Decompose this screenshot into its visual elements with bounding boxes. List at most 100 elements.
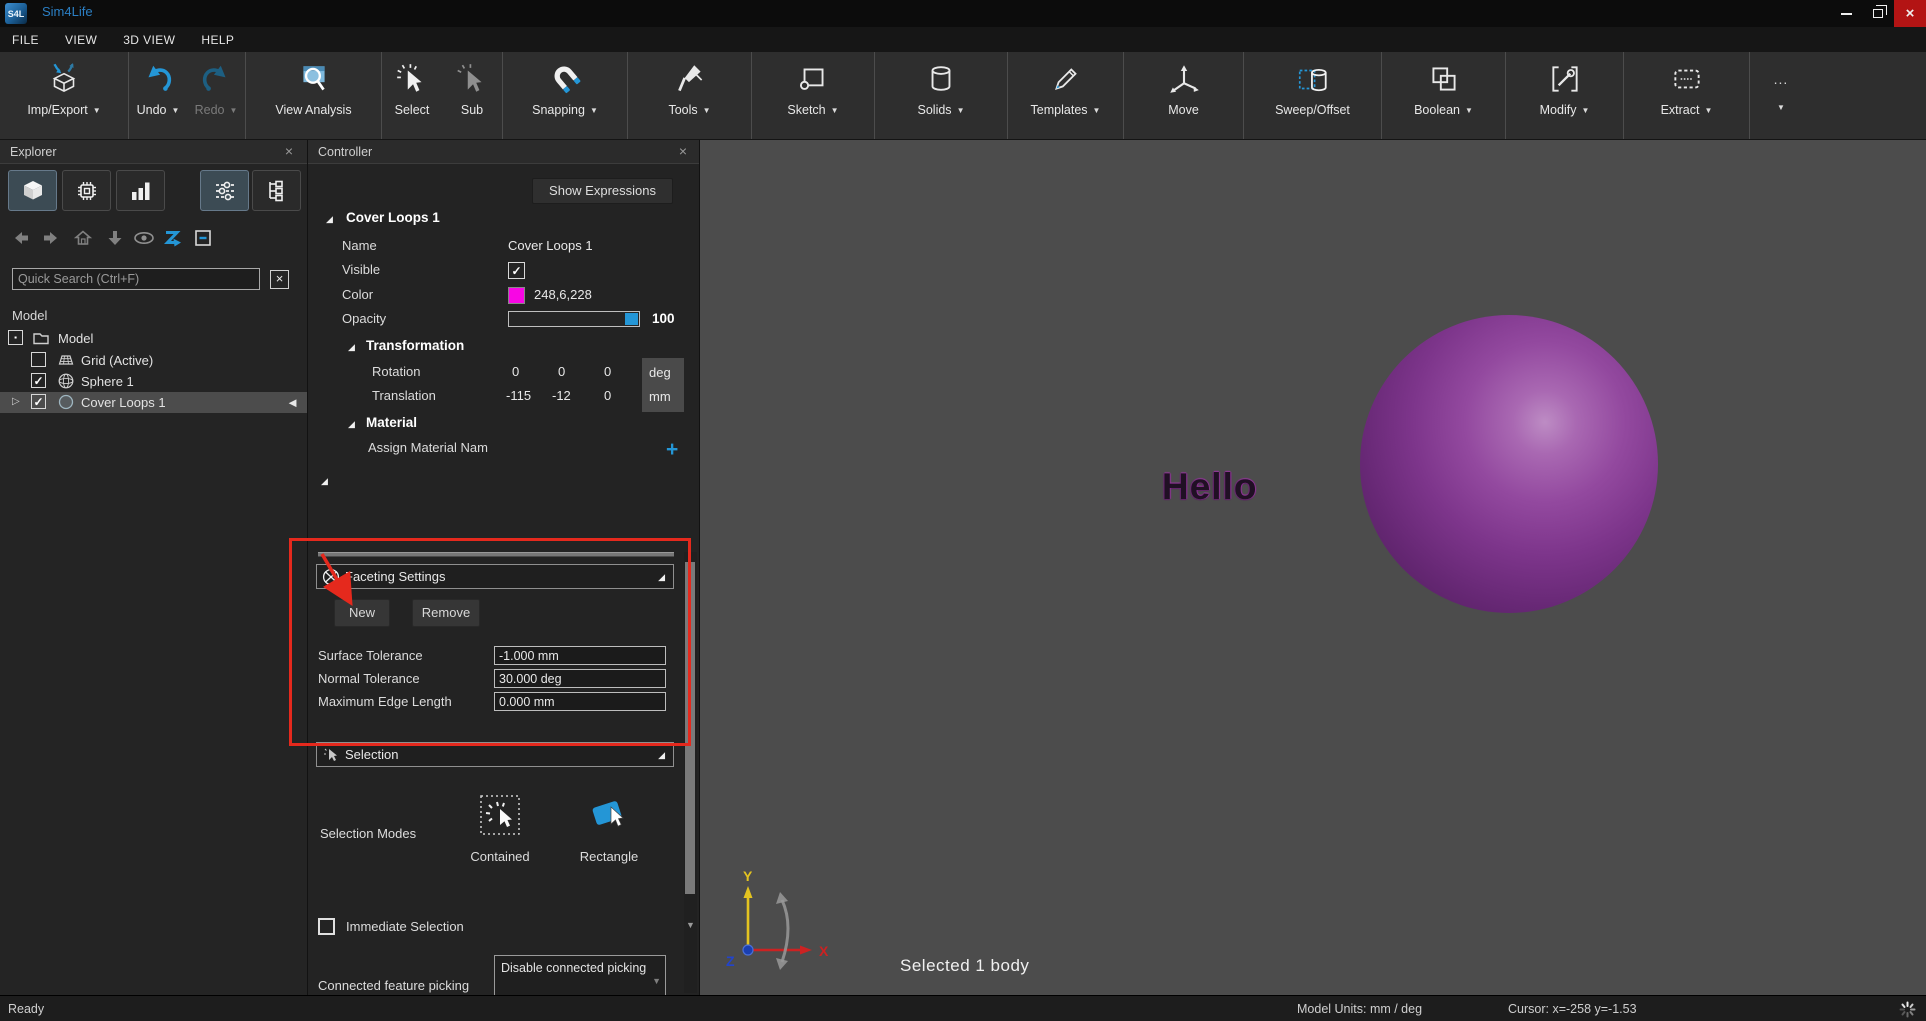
max-edge-length-input[interactable]	[494, 692, 666, 711]
dropdown-caret-icon[interactable]: ▼	[171, 106, 179, 115]
translation-y[interactable]: -12	[552, 388, 571, 403]
dropdown-caret-icon[interactable]: ▼	[703, 106, 711, 115]
close-button[interactable]: ×	[1894, 0, 1926, 27]
redo-button[interactable]: Redo▼	[187, 52, 245, 139]
zoom-to-button[interactable]	[162, 228, 184, 248]
orientation-triad[interactable]: Y X Z	[718, 868, 848, 983]
menu-file[interactable]: FILE	[12, 33, 39, 47]
dropdown-caret-icon[interactable]: ▼	[1581, 106, 1589, 115]
opacity-slider-handle[interactable]	[625, 313, 638, 325]
nav-home-button[interactable]	[72, 228, 94, 248]
collapse-triangle-icon[interactable]: ◢	[348, 419, 355, 430]
rotation-x[interactable]: 0	[512, 364, 519, 379]
explorer-tab-analysis[interactable]	[116, 170, 165, 211]
modify-button[interactable]: Modify▼	[1506, 52, 1623, 139]
tree-row-cover-loops[interactable]: ▷ ✓ Cover Loops 1 ◄	[0, 392, 307, 413]
expander-icon[interactable]: ▷	[12, 396, 20, 407]
extract-button[interactable]: Extract▼	[1624, 52, 1749, 139]
rotation-y[interactable]: 0	[558, 364, 565, 379]
collapse-triangle-icon[interactable]: ◢	[321, 476, 328, 487]
collapse-triangle-icon[interactable]: ◢	[348, 342, 355, 353]
minimize-button[interactable]	[1830, 0, 1862, 27]
tree-row-model[interactable]: ▪ Model	[0, 328, 307, 349]
viewport-3d[interactable]: Hello Y X Z Selected 1 body	[700, 140, 1926, 995]
menu-3d-view[interactable]: 3D VIEW	[123, 33, 175, 47]
dropdown-caret-icon[interactable]: ▼	[229, 106, 237, 115]
nav-forward-button[interactable]	[40, 228, 62, 248]
show-expressions-button[interactable]: Show Expressions	[532, 178, 673, 204]
sweep-offset-button[interactable]: Sweep/Offset	[1244, 52, 1381, 139]
tools-button[interactable]: Tools▼	[628, 52, 751, 139]
visibility-button[interactable]	[133, 228, 155, 248]
cover-loops-checkbox[interactable]: ✓	[31, 394, 46, 409]
search-clear-button[interactable]: ×	[270, 270, 289, 289]
overflow-caret-icon[interactable]: ▼	[1777, 103, 1785, 112]
sub-select-button[interactable]: Sub	[442, 52, 502, 139]
translation-x[interactable]: -115	[506, 388, 531, 403]
controller-scrollbar[interactable]: ▼	[684, 552, 697, 993]
sketch-button[interactable]: Sketch▼	[752, 52, 874, 139]
move-button[interactable]: Move	[1124, 52, 1243, 139]
collapse-triangle-icon[interactable]: ◢	[658, 572, 665, 583]
restore-button[interactable]	[1862, 0, 1894, 27]
snapping-button[interactable]: Snapping▼	[503, 52, 627, 139]
immediate-selection-checkbox[interactable]	[318, 918, 335, 935]
color-swatch[interactable]	[508, 287, 525, 304]
templates-button[interactable]: Templates▼	[1008, 52, 1123, 139]
menu-help[interactable]: HELP	[201, 33, 234, 47]
remove-button[interactable]: Remove	[412, 599, 480, 627]
select-button[interactable]: Select	[382, 52, 442, 139]
connected-picking-dropdown[interactable]: Disable connected picking ▼	[494, 955, 666, 995]
undo-button[interactable]: Undo▼	[129, 52, 187, 139]
surface-tolerance-input[interactable]	[494, 646, 666, 665]
selection-header[interactable]: Selection ◢	[316, 742, 674, 767]
opacity-slider[interactable]	[508, 311, 640, 327]
tree-label[interactable]: Sphere 1	[81, 374, 134, 389]
explorer-tab-model[interactable]	[8, 170, 57, 211]
new-button[interactable]: New	[334, 599, 390, 627]
imp-export-button[interactable]: Imp/Export▼	[0, 52, 128, 139]
sphere-model[interactable]	[1360, 315, 1658, 613]
name-value[interactable]: Cover Loops 1	[508, 238, 593, 253]
splitter-grip[interactable]	[318, 552, 674, 557]
faceting-settings-header[interactable]: Faceting Settings ◢	[316, 564, 674, 589]
collapse-all-button[interactable]	[192, 228, 214, 248]
tree-label[interactable]: Grid (Active)	[81, 353, 153, 368]
scroll-down-icon[interactable]: ▼	[684, 920, 697, 930]
rotation-z[interactable]: 0	[604, 364, 611, 379]
visible-checkbox[interactable]: ✓	[508, 262, 525, 279]
dropdown-caret-icon[interactable]: ▼	[1093, 106, 1101, 115]
search-input[interactable]	[12, 268, 260, 290]
explorer-tab-simulation[interactable]	[62, 170, 111, 211]
translation-z[interactable]: 0	[604, 388, 611, 403]
explorer-tab-properties[interactable]	[200, 170, 249, 211]
nav-down-button[interactable]	[104, 228, 126, 248]
view-analysis-button[interactable]: View Analysis	[246, 52, 381, 139]
collapse-triangle-icon[interactable]: ◢	[658, 750, 665, 761]
menu-view[interactable]: VIEW	[65, 33, 97, 47]
grid-checkbox[interactable]	[31, 352, 46, 367]
normal-tolerance-input[interactable]	[494, 669, 666, 688]
tree-row-sphere[interactable]: ✓ Sphere 1	[0, 371, 307, 392]
hello-3d-text[interactable]: Hello	[1162, 466, 1257, 508]
controller-close-icon[interactable]: ×	[675, 144, 691, 160]
scrollbar-thumb[interactable]	[685, 562, 695, 894]
model-checkbox[interactable]: ▪	[8, 330, 23, 345]
solids-button[interactable]: Solids▼	[875, 52, 1007, 139]
dropdown-caret-icon[interactable]: ▼	[93, 106, 101, 115]
tree-label[interactable]: Cover Loops 1	[81, 395, 166, 410]
dropdown-caret-icon[interactable]: ▼	[590, 106, 598, 115]
dropdown-caret-icon[interactable]: ▼	[831, 106, 839, 115]
dropdown-caret-icon[interactable]: ▼	[1465, 106, 1473, 115]
contained-mode-button[interactable]: Contained	[457, 792, 543, 864]
explorer-tab-hierarchy[interactable]	[252, 170, 301, 211]
collapse-triangle-icon[interactable]: ◢	[326, 214, 333, 225]
dropdown-caret-icon[interactable]: ▼	[1704, 106, 1712, 115]
nav-back-button[interactable]	[10, 228, 32, 248]
dropdown-caret-icon[interactable]: ▼	[957, 106, 965, 115]
toolbar-overflow-button[interactable]: ... ▼	[1750, 52, 1812, 139]
sphere-checkbox[interactable]: ✓	[31, 373, 46, 388]
tree-label[interactable]: Model	[58, 331, 93, 346]
rectangle-mode-button[interactable]: Rectangle	[566, 792, 652, 864]
explorer-close-icon[interactable]: ×	[281, 144, 297, 160]
